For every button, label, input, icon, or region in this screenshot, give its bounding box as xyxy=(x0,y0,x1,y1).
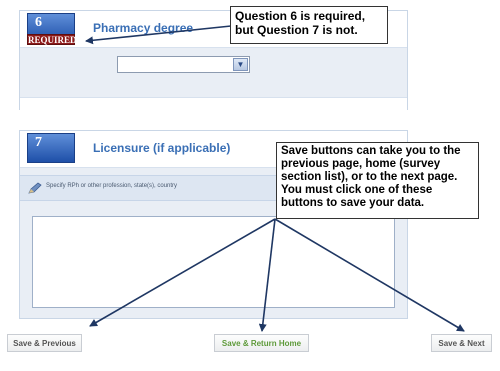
question-number: 6 xyxy=(35,15,42,30)
save-previous-button[interactable]: Save & Previous xyxy=(7,334,82,352)
required-badge: REQUIRED xyxy=(27,34,77,45)
chevron-down-icon[interactable]: ▼ xyxy=(233,58,248,71)
hint-text: Specify RPh or other profession, state(s… xyxy=(46,183,178,189)
save-return-home-button[interactable]: Save & Return Home xyxy=(214,334,309,352)
question-number-badge: 7 xyxy=(27,133,75,163)
question-number: 7 xyxy=(35,135,42,150)
question-title: Licensure (if applicable) xyxy=(93,141,231,155)
question-title: Pharmacy degree xyxy=(93,21,194,35)
save-note-callout: Save buttons can take you to the previou… xyxy=(276,142,479,219)
required-note-callout: Question 6 is required, but Question 7 i… xyxy=(230,6,388,44)
question-6-footer xyxy=(20,97,407,110)
licensure-textarea[interactable] xyxy=(32,216,395,308)
pharmacy-degree-select[interactable]: ▼ xyxy=(117,56,250,73)
save-next-button[interactable]: Save & Next xyxy=(431,334,492,352)
pencil-icon xyxy=(28,182,42,194)
